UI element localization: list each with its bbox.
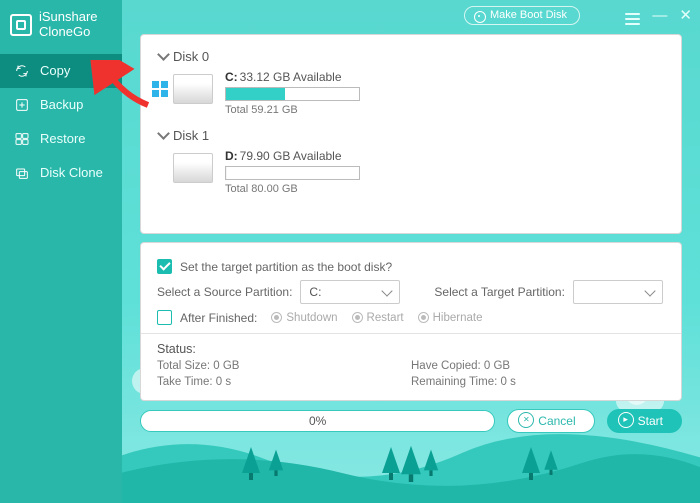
nav-label: Copy xyxy=(40,63,70,78)
status-have-copied: Have Copied: 0 GB xyxy=(411,360,665,372)
status-remaining: Remaining Time: 0 s xyxy=(411,376,665,388)
partition-row[interactable]: C:33.12 GB Available Total 59.21 GB xyxy=(173,70,663,116)
disk-header-1[interactable]: Disk 1 xyxy=(159,128,663,143)
status-take-time: Take Time: 0 s xyxy=(157,376,411,388)
drive-icon xyxy=(173,153,213,183)
after-finished-label: After Finished: xyxy=(180,311,257,325)
nav-label: Disk Clone xyxy=(40,165,103,180)
backup-icon xyxy=(14,97,30,113)
source-partition-select[interactable]: C: xyxy=(300,280,400,304)
tutorial-arrow xyxy=(88,60,158,115)
menu-icon[interactable] xyxy=(625,7,640,24)
after-finished-checkbox[interactable] xyxy=(157,310,172,325)
source-partition-label: Select a Source Partition: xyxy=(157,285,292,299)
chevron-down-icon xyxy=(157,48,170,61)
nav-label: Restore xyxy=(40,131,86,146)
restore-icon xyxy=(14,131,30,147)
nav-label: Backup xyxy=(40,97,83,112)
partition-total: Total 59.21 GB xyxy=(225,104,360,116)
status-total-size: Total Size: 0 GB xyxy=(157,360,411,372)
usage-bar xyxy=(225,87,360,101)
cancel-label: Cancel xyxy=(538,414,575,428)
sync-icon xyxy=(14,63,30,79)
disk-title: Disk 0 xyxy=(173,49,209,64)
after-option-shutdown[interactable]: Shutdown xyxy=(271,312,337,324)
close-icon[interactable]: ✕ xyxy=(679,6,692,24)
partition-total: Total 80.00 GB xyxy=(225,183,360,195)
status-title: Status: xyxy=(157,342,665,356)
drive-icon xyxy=(173,74,213,104)
clone-icon xyxy=(14,165,30,181)
settings-panel: Set the target partition as the boot dis… xyxy=(140,242,682,401)
minimize-icon[interactable]: — xyxy=(652,7,667,24)
progress-bar: 0% xyxy=(140,410,495,432)
target-partition-select[interactable] xyxy=(573,280,663,304)
target-partition-label: Select a Target Partition: xyxy=(434,285,565,299)
footer-bar: 0% Cancel Start xyxy=(140,409,682,433)
logo-icon xyxy=(10,14,32,36)
disk-title: Disk 1 xyxy=(173,128,209,143)
cancel-button[interactable]: Cancel xyxy=(507,409,594,433)
start-label: Start xyxy=(638,414,663,428)
app-name: CloneGo xyxy=(39,24,90,39)
app-vendor: iSunshare xyxy=(39,9,98,24)
app-logo: iSunshare CloneGo xyxy=(0,0,122,54)
chevron-down-icon xyxy=(157,127,170,140)
after-option-restart[interactable]: Restart xyxy=(352,312,404,324)
boot-disk-label: Set the target partition as the boot dis… xyxy=(180,260,392,274)
make-boot-disk-button[interactable]: Make Boot Disk xyxy=(464,6,580,25)
nav-disk-clone[interactable]: Disk Clone xyxy=(0,156,122,190)
progress-text: 0% xyxy=(309,414,326,428)
partition-label: D:79.90 GB Available xyxy=(225,149,360,163)
disks-panel: Disk 0 C:33.12 GB Available Total 59.21 … xyxy=(140,34,682,234)
partition-row[interactable]: D:79.90 GB Available Total 80.00 GB xyxy=(173,149,663,195)
start-button[interactable]: Start xyxy=(607,409,682,433)
make-boot-disk-label: Make Boot Disk xyxy=(490,9,567,21)
disk-header-0[interactable]: Disk 0 xyxy=(159,49,663,64)
partition-label: C:33.12 GB Available xyxy=(225,70,360,84)
nav-restore[interactable]: Restore xyxy=(0,122,122,156)
usage-bar xyxy=(225,166,360,180)
after-option-hibernate[interactable]: Hibernate xyxy=(418,312,483,324)
boot-disk-checkbox[interactable] xyxy=(157,259,172,274)
